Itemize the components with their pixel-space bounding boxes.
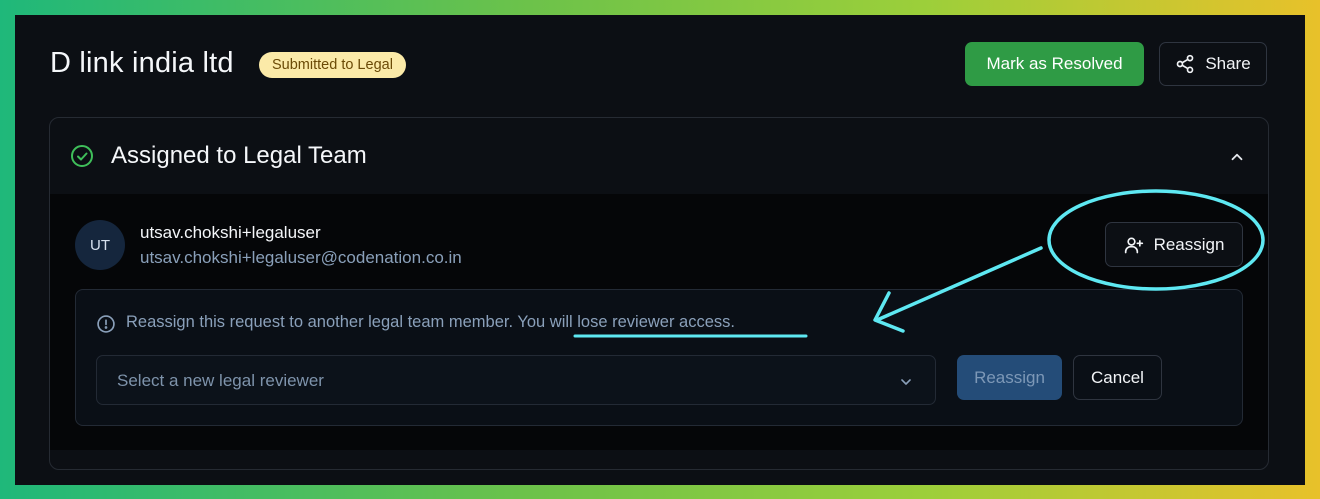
reassign-panel: Reassign this request to another legal t… [75,289,1243,426]
share-button[interactable]: Share [1159,42,1267,86]
chevron-up-icon[interactable] [1228,148,1246,166]
reassign-notice-text: Reassign this request to another legal t… [126,313,514,331]
share-icon [1176,54,1194,74]
reviewer-access-warning: You will lose reviewer access. [517,313,735,331]
cancel-label: Cancel [1091,367,1144,387]
chevron-down-icon [901,379,911,385]
legal-assignment-card: Assigned to Legal Team UT utsav.chokshi+… [49,117,1269,470]
assignee-name: utsav.chokshi+legaluser [140,223,321,242]
app-window: D link india ltd Submitted to Legal Mark… [15,15,1305,485]
page-header: D link india ltd Submitted to Legal Mark… [15,15,1305,115]
reassign-label: Reassign [1153,234,1225,254]
card-body: UT utsav.chokshi+legaluser utsav.chokshi… [50,194,1268,450]
avatar: UT [75,220,125,270]
confirm-reassign-button[interactable]: Reassign [957,355,1062,400]
mark-as-resolved-label: Mark as Resolved [986,54,1123,73]
cancel-button[interactable]: Cancel [1073,355,1162,400]
info-circle-icon [97,315,115,333]
reassign-notice: Reassign this request to another legal t… [126,313,735,332]
section-title: Assigned to Legal Team [111,142,367,169]
reassign-button[interactable]: Reassign [1105,222,1243,267]
share-label: Share [1205,54,1251,73]
confirm-reassign-label: Reassign [974,367,1045,387]
card-header[interactable]: Assigned to Legal Team [50,118,1268,194]
status-badge: Submitted to Legal [259,52,406,78]
check-circle-icon [71,145,93,167]
user-plus-icon [1124,237,1143,253]
legal-reviewer-select[interactable]: Select a new legal reviewer [96,355,936,405]
select-placeholder: Select a new legal reviewer [117,371,324,390]
page-title: D link india ltd [50,47,234,79]
assignee-email: utsav.chokshi+legaluser@codenation.co.in [140,248,462,267]
mark-as-resolved-button[interactable]: Mark as Resolved [965,42,1144,86]
